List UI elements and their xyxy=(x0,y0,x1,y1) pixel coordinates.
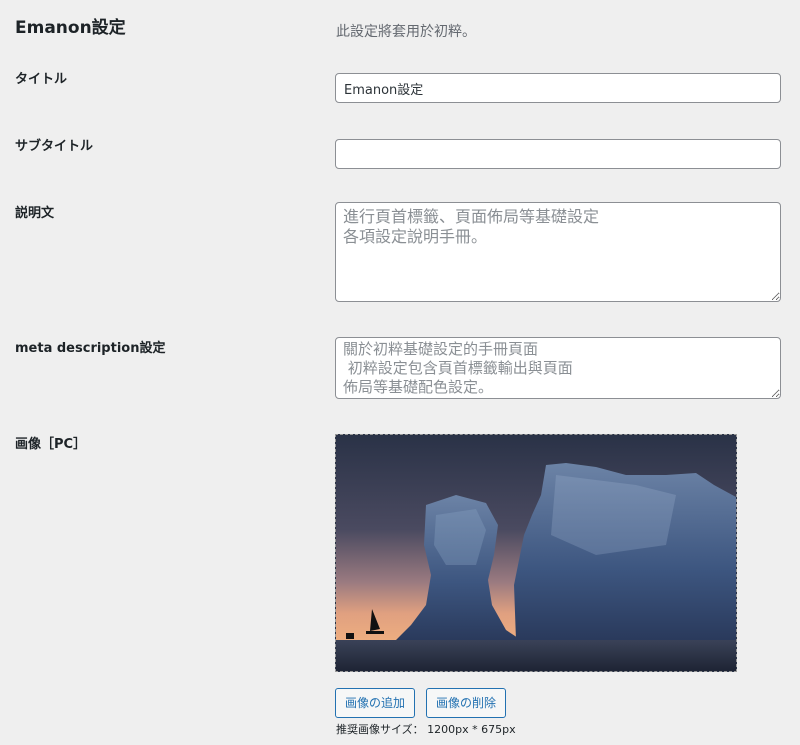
subtitle-label: サブタイトル xyxy=(15,139,94,154)
meta-description-label: meta description設定 xyxy=(15,341,166,356)
delete-image-button[interactable]: 画像の削除 xyxy=(426,688,507,718)
recommended-size-hint: 推奨画像サイズ： 1200px * 675px xyxy=(336,723,516,736)
description-textarea[interactable] xyxy=(335,202,781,302)
meta-description-textarea[interactable] xyxy=(335,337,781,399)
image-preview xyxy=(335,434,737,672)
page-description: 此設定將套用於初粹。 xyxy=(336,24,476,40)
emanon-settings-page: Emanon設定 此設定將套用於初粹。 タイトル サブタイトル 説明文 meta… xyxy=(0,0,800,745)
subtitle-input[interactable] xyxy=(335,139,781,169)
description-label: 説明文 xyxy=(15,206,55,221)
add-image-button[interactable]: 画像の追加 xyxy=(335,688,416,718)
page-title: Emanon設定 xyxy=(15,18,126,38)
title-label: タイトル xyxy=(15,72,68,87)
iceberg-photo xyxy=(336,435,736,671)
title-input[interactable] xyxy=(335,73,781,103)
image-pc-label: 画像［PC］ xyxy=(15,437,87,452)
